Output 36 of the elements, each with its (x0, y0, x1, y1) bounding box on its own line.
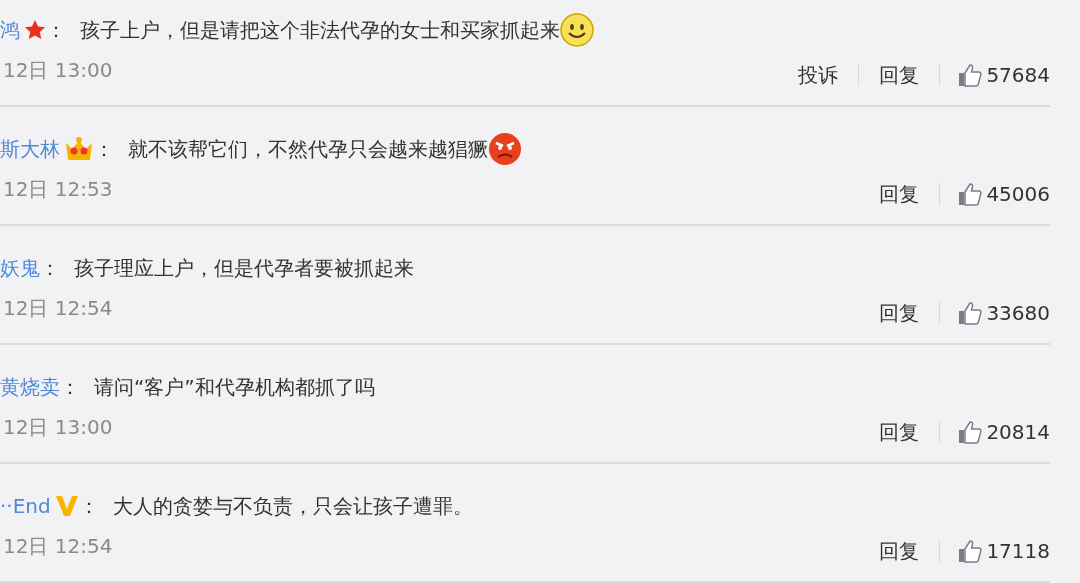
v-badge-icon (54, 495, 79, 517)
thumbs-up-icon (958, 182, 983, 206)
comment-text: 孩子上户，但是请把这个非法代孕的女士和买家抓起来 (80, 17, 560, 44)
action-link[interactable]: 回复 (877, 179, 922, 209)
colon-separator: ： (78, 493, 99, 520)
thumbs-up-icon (958, 539, 983, 563)
action-link[interactable]: 回复 (877, 536, 922, 566)
colon-separator: ： (60, 374, 80, 401)
smiley-emoji-icon (560, 13, 594, 47)
colon-separator: ： (94, 136, 114, 163)
timestamp: 12日 12:54 (2, 533, 113, 560)
colon-separator: ： (40, 255, 60, 282)
timestamp: 12日 13:00 (2, 57, 113, 84)
comment-text: 请问“客户”和代孕机构都抓了吗 (94, 374, 375, 401)
like-button[interactable]: 20814 (958, 417, 1050, 447)
comment-text: 大人的贪婪与不负责，只会让孩子遭罪。 (112, 493, 473, 520)
comment-text: 就不该帮它们，不然代孕只会越来越猖獗 (128, 136, 488, 163)
like-button[interactable]: 33680 (958, 298, 1050, 328)
like-button[interactable]: 45006 (958, 179, 1050, 209)
like-button[interactable]: 57684 (958, 60, 1050, 90)
action-link[interactable]: 回复 (877, 60, 922, 90)
timestamp: 12日 12:53 (2, 176, 113, 203)
like-button[interactable]: 17118 (958, 536, 1050, 566)
thumbs-up-icon (958, 301, 983, 325)
comment-text: 孩子理应上户，但是代孕者要被抓起来 (74, 255, 414, 282)
timestamp: 12日 12:54 (2, 295, 113, 322)
action-link[interactable]: 投诉 (796, 60, 841, 90)
action-link[interactable]: 回复 (877, 298, 922, 328)
timestamp: 12日 13:00 (2, 414, 113, 441)
colon-separator: ： (46, 17, 66, 44)
crown-icon (64, 136, 94, 162)
thumbs-up-icon (958, 63, 983, 87)
action-link[interactable]: 回复 (877, 417, 922, 447)
angry-emoji-icon (488, 132, 522, 166)
thumbs-up-icon (958, 420, 983, 444)
star-icon (24, 19, 46, 41)
